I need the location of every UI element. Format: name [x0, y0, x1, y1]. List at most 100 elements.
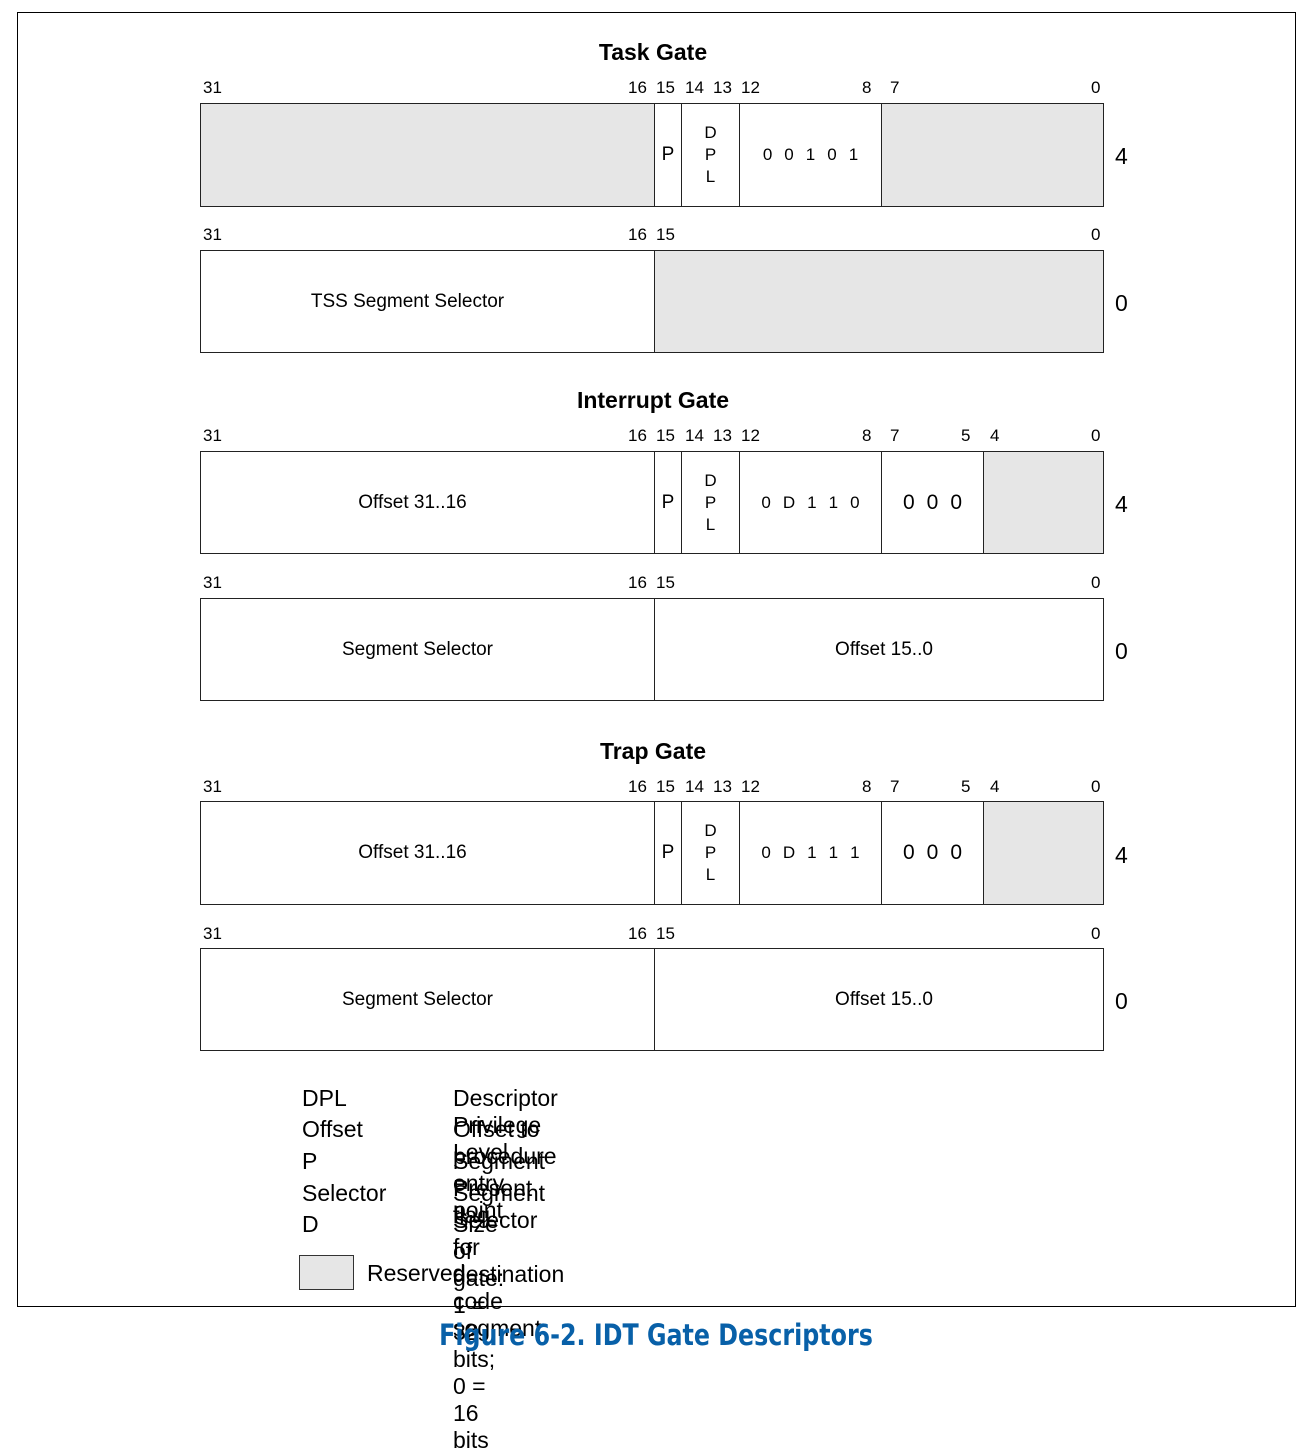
dpl-letter: L	[705, 514, 716, 534]
type-bit: 0	[761, 492, 771, 512]
p-field: P	[654, 104, 681, 206]
bit-label: 0	[1091, 573, 1101, 592]
type-bit: 1	[828, 492, 839, 512]
byte-offset-label: 0	[1115, 988, 1128, 1014]
bit-label: 15	[656, 225, 675, 244]
bit-label: 8	[862, 426, 872, 445]
dpl-letter: D	[704, 470, 717, 490]
bit-label: 5	[961, 777, 971, 796]
bit-label: 12	[741, 78, 760, 97]
zero-bit: 0	[926, 841, 939, 864]
dpl-letter: L	[705, 865, 716, 884]
type-bit: 1	[807, 843, 817, 862]
bit-label: 31	[203, 924, 222, 943]
bit-label: 16	[628, 924, 647, 943]
bit-label: 0	[1091, 924, 1101, 943]
trap-gate-high-dword: Offset 31..16 P D P L 0 D 1 1 1 0 0 0	[200, 801, 1104, 905]
reserved-field	[654, 251, 1103, 352]
reserved-field	[881, 104, 1103, 206]
zero-bit: 0	[902, 841, 915, 864]
p-field: P	[654, 802, 681, 904]
bit-label: 16	[628, 777, 647, 796]
legend-key: D	[302, 1211, 319, 1237]
bit-label: 31	[203, 225, 222, 244]
bit-label: 14	[685, 426, 704, 445]
task-gate-high-dword: P D P L 0 0 1 0 1	[200, 103, 1104, 207]
bit-label: 15	[656, 426, 675, 445]
bit-label: 13	[713, 777, 732, 796]
trap-gate-low-dword: Segment Selector Offset 15..0	[200, 948, 1104, 1051]
dpl-letter: P	[704, 843, 717, 862]
bit-label: 0	[1091, 777, 1101, 796]
offset-low-field: Offset 15..0	[654, 599, 1103, 700]
zero-bit: 0	[902, 490, 915, 514]
dpl-letter: D	[704, 123, 717, 142]
legend-key: DPL	[302, 1085, 347, 1111]
bit-label: 7	[890, 777, 900, 796]
type-bit: 1	[805, 145, 816, 164]
bit-label: 14	[685, 777, 704, 796]
byte-offset-label: 4	[1115, 491, 1128, 517]
bit-label: 16	[628, 573, 647, 592]
zero-bit: 0	[950, 490, 963, 514]
bit-label: 0	[1091, 225, 1101, 244]
bit-label: 0	[1091, 426, 1101, 445]
type-bit: 0	[827, 145, 837, 164]
legend-key: Selector	[302, 1180, 387, 1206]
byte-offset-label: 4	[1115, 143, 1128, 169]
interrupt-gate-high-dword: Offset 31..16 P D P L 0 D 1 1 0 0 0 0	[200, 451, 1104, 554]
segment-selector-field: Segment Selector	[341, 638, 494, 660]
bit-label: 15	[656, 573, 675, 592]
type-field: 0 D 1 1 0	[739, 452, 881, 553]
task-gate-title: Task Gate	[598, 39, 708, 65]
dpl-field: D P L	[681, 104, 739, 206]
p-field: P	[654, 452, 681, 553]
zero-bits-field: 0 0 0	[881, 452, 983, 553]
bit-label: 31	[203, 777, 222, 796]
zero-bit: 0	[926, 490, 939, 514]
bit-label: 0	[1091, 78, 1101, 97]
type-bit: D	[782, 843, 796, 862]
type-field: 0 D 1 1 1	[739, 802, 881, 904]
type-bit: D	[782, 492, 796, 512]
bit-label: 5	[961, 426, 971, 445]
bit-label: 12	[741, 426, 760, 445]
offset-high-field: Offset 31..16	[358, 842, 467, 863]
type-field: 0 0 1 0 1	[739, 104, 881, 206]
dpl-letter: P	[704, 145, 717, 164]
trap-gate-title: Trap Gate	[599, 738, 707, 764]
offset-high-field: Offset 31..16	[358, 491, 467, 513]
dpl-letter: L	[705, 167, 716, 186]
tss-segment-selector-field: TSS Segment Selector	[310, 290, 505, 312]
bit-label: 31	[203, 426, 222, 445]
bit-label: 12	[741, 777, 760, 796]
type-bit: 1	[807, 492, 817, 512]
bit-label: 14	[685, 78, 704, 97]
offset-low-field: Offset 15..0	[654, 949, 1103, 1050]
bit-label: 16	[628, 78, 647, 97]
type-bit: 1	[850, 843, 860, 862]
legend-key: Offset	[302, 1116, 363, 1142]
type-bit: 1	[848, 145, 859, 164]
bit-label: 13	[713, 78, 732, 97]
legend-key: P	[302, 1148, 318, 1174]
type-bit: 0	[761, 843, 771, 862]
bit-label: 15	[656, 924, 675, 943]
reserved-field	[983, 802, 1103, 904]
byte-offset-label: 4	[1115, 842, 1128, 868]
byte-offset-label: 0	[1115, 290, 1128, 316]
bit-label: 15	[656, 78, 675, 97]
bit-label: 4	[990, 426, 1000, 445]
task-gate-low-dword: TSS Segment Selector	[200, 250, 1104, 353]
dpl-field: D P L	[681, 802, 739, 904]
type-bit: 1	[828, 843, 839, 862]
figure-caption: Figure 6-2. IDT Gate Descriptors	[439, 1318, 873, 1352]
interrupt-gate-title: Interrupt Gate	[576, 387, 730, 413]
dpl-field: D P L	[681, 452, 739, 553]
bit-label: 7	[890, 78, 900, 97]
reserved-swatch	[299, 1255, 354, 1290]
bit-label: 13	[713, 426, 732, 445]
interrupt-gate-low-dword: Segment Selector Offset 15..0	[200, 598, 1104, 701]
type-bit: 0	[784, 145, 794, 164]
dpl-letter: D	[704, 821, 717, 840]
